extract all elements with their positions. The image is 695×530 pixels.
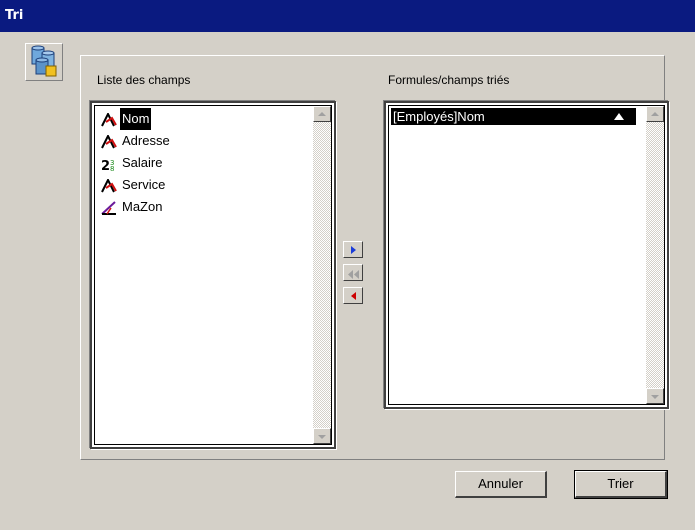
sort-button[interactable]: Trier (574, 470, 668, 499)
sorted-list-label: Formules/champs triés (388, 73, 510, 87)
numeric-field-icon: 238 (101, 156, 117, 174)
arrow-right-icon (351, 246, 356, 254)
list-item-label: Adresse (122, 133, 170, 148)
title-bar[interactable]: Tri (0, 0, 695, 32)
list-item-label: Salaire (122, 155, 163, 170)
list-item-label: Nom (120, 108, 152, 130)
fields-list-label: Liste des champs (97, 73, 191, 87)
formula-field-icon (101, 200, 117, 215)
sort-dialog: Tri Liste des champs Formules/champs tri… (0, 0, 695, 530)
text-field-icon (101, 133, 117, 149)
scroll-down-button[interactable] (646, 388, 664, 404)
fields-scrollbar[interactable] (313, 106, 331, 444)
arrow-left-icon (351, 292, 356, 300)
svg-text:2: 2 (101, 159, 110, 171)
remove-field-button[interactable] (343, 287, 363, 304)
scroll-up-button[interactable] (646, 106, 664, 122)
text-field-icon (101, 111, 117, 127)
list-item-label: Service (122, 177, 166, 192)
sorted-scrollbar[interactable] (646, 106, 664, 404)
fields-listbox[interactable]: Nom Adresse 238 Salaire Service MaZon (90, 101, 336, 449)
window-title: Tri (5, 8, 24, 23)
list-item-label: [Employés]Nom (393, 109, 485, 124)
scroll-up-button[interactable] (313, 106, 331, 122)
sorted-fields-listbox[interactable]: [Employés]Nom (384, 101, 669, 409)
add-field-button[interactable] (343, 241, 363, 258)
double-arrow-left-icon (348, 268, 359, 282)
list-item[interactable]: [Employés]Nom (391, 108, 636, 125)
text-field-icon (101, 177, 117, 193)
sort-database-icon (25, 43, 63, 81)
svg-text:8: 8 (110, 165, 114, 171)
sort-ascending-icon[interactable] (614, 113, 624, 120)
cancel-button[interactable]: Annuler (455, 471, 547, 498)
list-item-label: MaZon (122, 199, 163, 214)
scroll-down-button[interactable] (313, 428, 331, 444)
remove-all-button[interactable] (343, 264, 363, 281)
